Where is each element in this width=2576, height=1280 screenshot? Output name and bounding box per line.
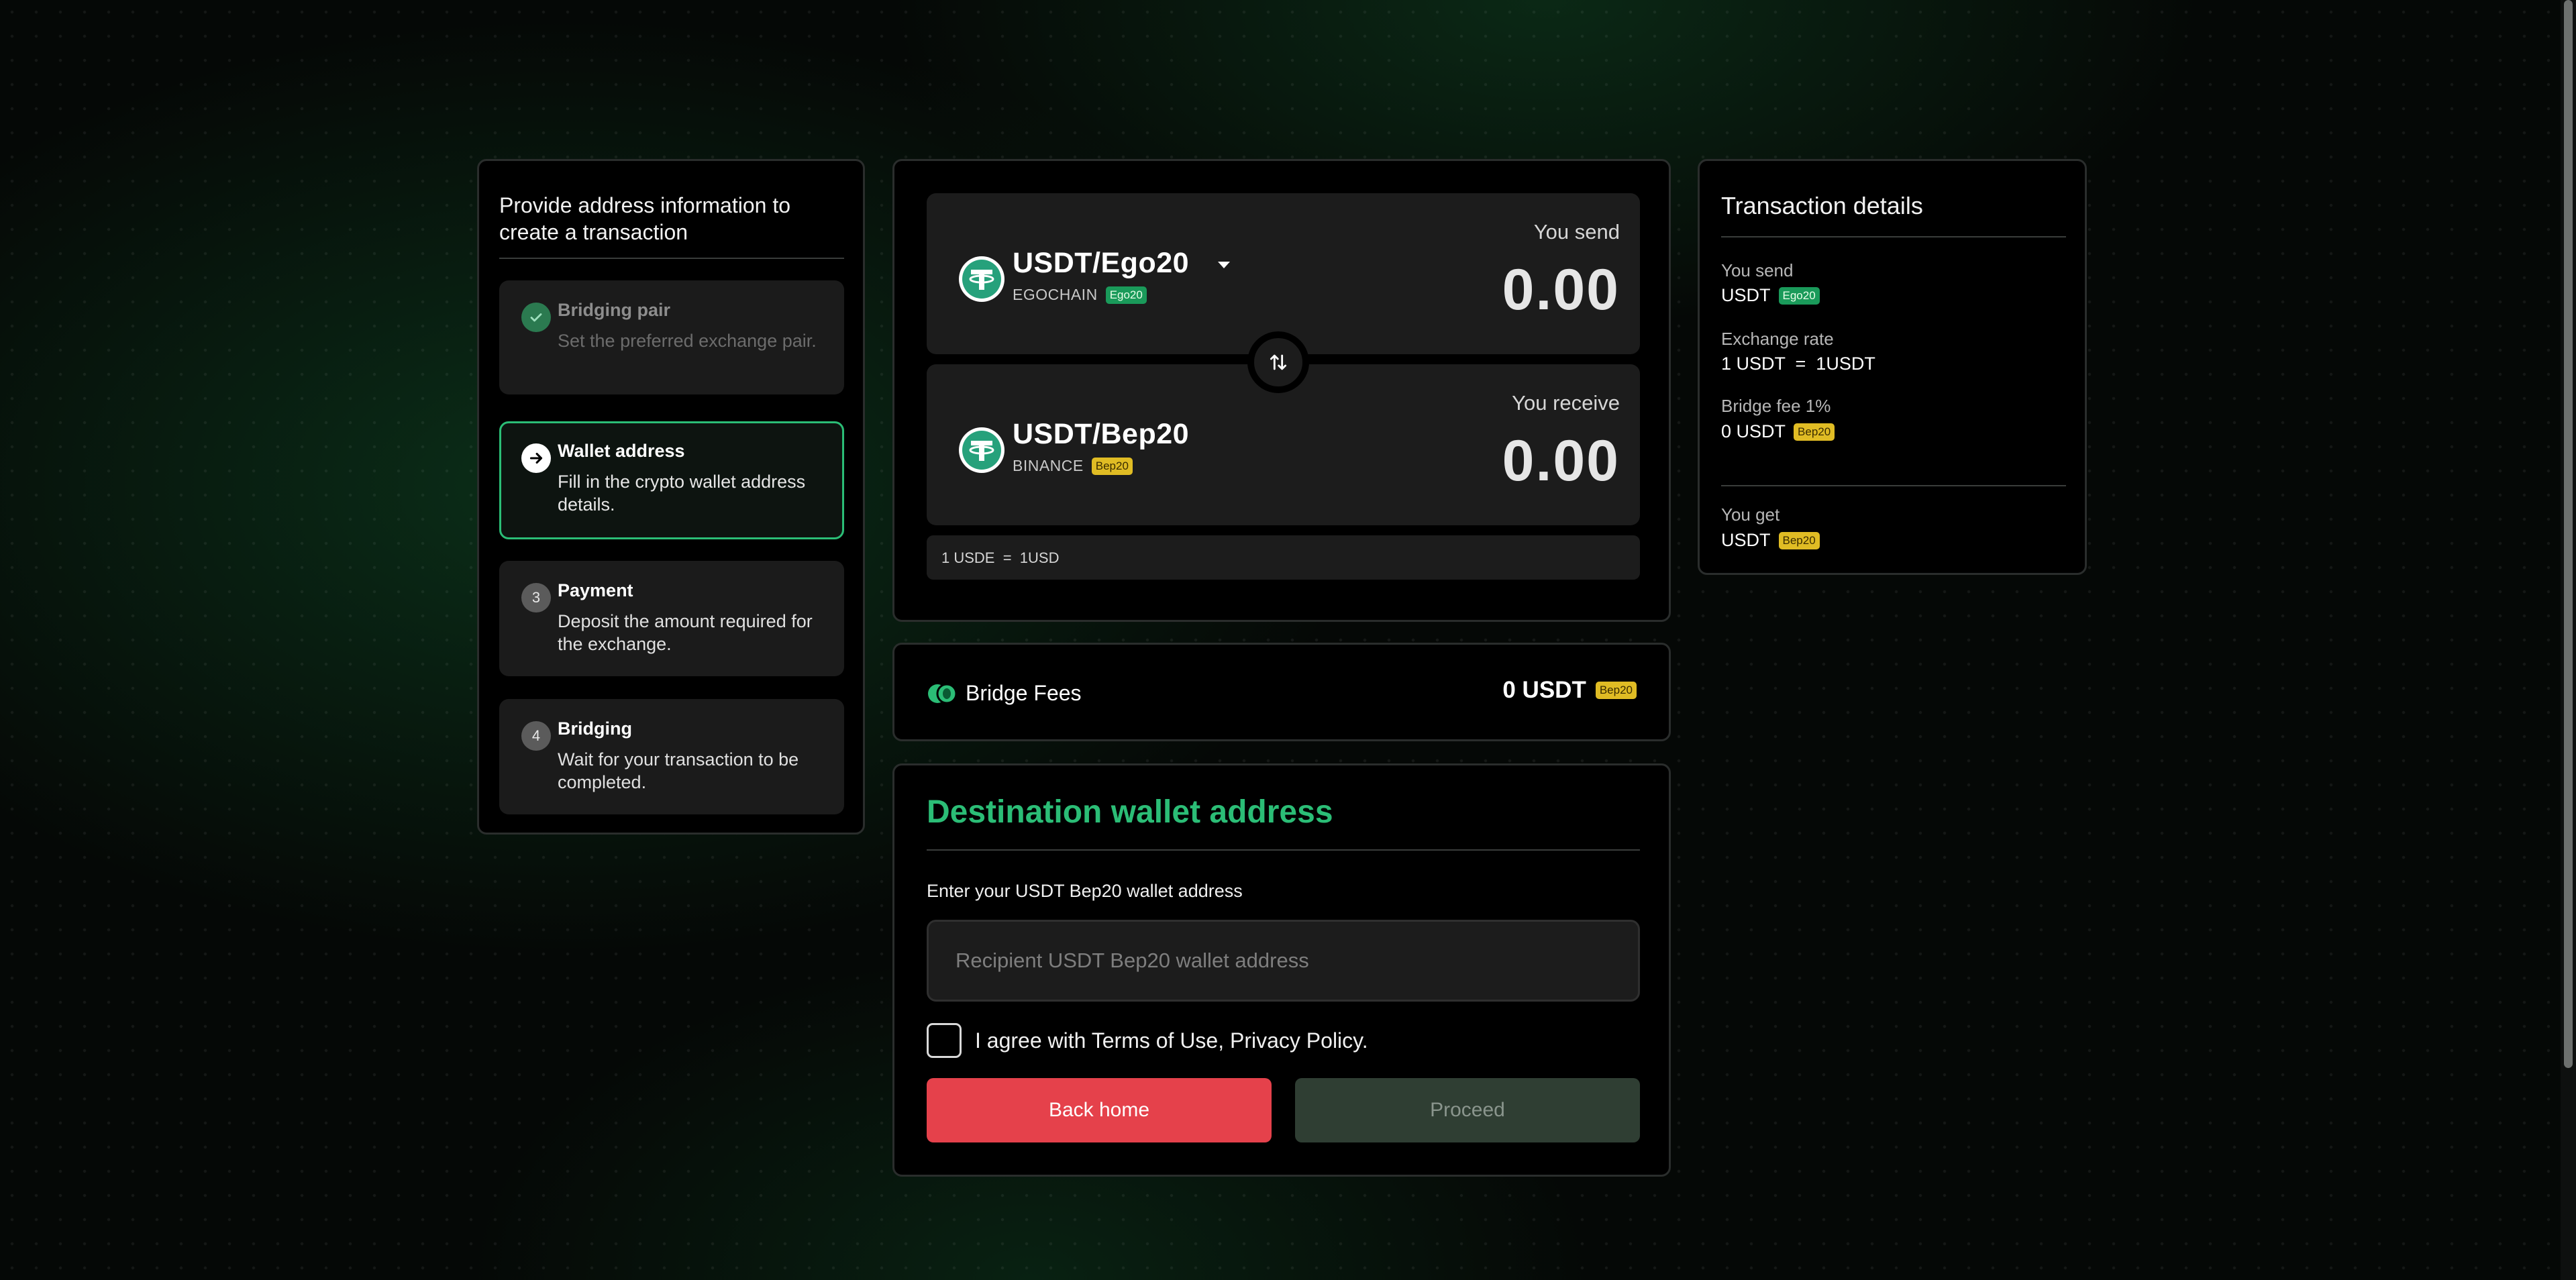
tether-icon (959, 427, 1004, 473)
detail-send-value: USDT (1721, 285, 1771, 305)
step-desc: Fill in the crypto wallet address detail… (558, 472, 806, 515)
step-bridging-pair[interactable]: Bridging pair Set the preferred exchange… (499, 280, 844, 394)
transaction-details-panel: Transaction details You send USDT Ego20 … (1698, 159, 2087, 575)
step-name: Wallet address (558, 441, 685, 461)
check-icon (521, 303, 551, 332)
details-divider (1721, 485, 2066, 486)
swap-icon (1270, 354, 1287, 370)
step-desc: Wait for your transaction to be complete… (558, 749, 799, 792)
back-home-button[interactable]: Back home (927, 1078, 1272, 1142)
step-desc: Deposit the amount required for the exch… (558, 611, 813, 654)
coins-icon (928, 683, 958, 704)
receive-chain-line: BINANCE Bep20 (1013, 457, 1133, 475)
detail-fee-label: Bridge fee 1% (1721, 396, 1831, 416)
steps-divider (499, 258, 844, 259)
receive-chain-tag: Bep20 (1091, 457, 1133, 475)
step-number-badge: 4 (521, 721, 551, 751)
detail-rate-label: Exchange rate (1721, 329, 1834, 349)
details-divider (1721, 236, 2066, 237)
fees-label: Bridge Fees (966, 681, 1082, 705)
steps-panel: Provide address information to create a … (477, 159, 865, 835)
receive-token-pair: USDT/Bep20 (1013, 418, 1190, 450)
detail-fee-tag: Bep20 (1794, 423, 1835, 441)
agree-text: I agree with Terms of Use, Privacy Polic… (975, 1028, 1368, 1053)
fees-tag: Bep20 (1595, 682, 1637, 699)
details-title: Transaction details (1721, 192, 1923, 219)
send-chain-line: EGOCHAIN Ego20 (1013, 286, 1147, 304)
detail-get-value-row: USDT Bep20 (1721, 530, 1820, 551)
receive-chain-name: BINANCE (1013, 457, 1084, 474)
destination-title: Destination wallet address (927, 794, 1333, 830)
wallet-address-input[interactable] (927, 920, 1640, 1002)
rate-bar: 1 USDE = 1USD (927, 535, 1640, 580)
wallet-address-label: Enter your USDT Bep20 wallet address (927, 881, 1243, 901)
caret-down-icon[interactable] (1217, 260, 1231, 270)
exchange-panel: USDT/Ego20 EGOCHAIN Ego20 You send 0.00 … (892, 159, 1671, 622)
step-desc: Set the preferred exchange pair. (558, 331, 817, 351)
step-number-badge: 3 (521, 583, 551, 612)
send-chain-name: EGOCHAIN (1013, 286, 1098, 303)
fees-panel: Bridge Fees 0 USDT Bep20 (892, 643, 1671, 741)
detail-get-label: You get (1721, 504, 1780, 525)
tether-icon (959, 256, 1004, 302)
send-label: You send (1533, 220, 1620, 244)
receive-label: You receive (1512, 391, 1620, 415)
fees-amount: 0 USDT Bep20 (1502, 677, 1637, 704)
step-wallet-address[interactable]: Wallet address Fill in the crypto wallet… (499, 421, 844, 539)
destination-divider (927, 849, 1640, 851)
send-chain-tag: Ego20 (1105, 286, 1147, 304)
destination-panel: Destination wallet address Enter your US… (892, 763, 1671, 1177)
rate-text: 1 USDE = 1USD (941, 549, 1060, 566)
step-name: Payment (558, 580, 633, 600)
send-box: USDT/Ego20 EGOCHAIN Ego20 You send 0.00 (927, 193, 1640, 354)
agree-checkbox[interactable] (927, 1023, 962, 1058)
detail-fee-value: 0 USDT (1721, 421, 1786, 441)
fees-value: 0 USDT (1502, 677, 1586, 703)
scrollbar-thumb[interactable] (2564, 0, 2573, 1068)
receive-amount: 0.00 (1502, 429, 1620, 493)
detail-send-tag: Ego20 (1778, 286, 1820, 305)
agree-row[interactable]: I agree with Terms of Use, Privacy Polic… (927, 1023, 1368, 1058)
detail-send-label: You send (1721, 260, 1794, 280)
detail-get-tag: Bep20 (1778, 531, 1820, 549)
send-token-pair[interactable]: USDT/Ego20 (1013, 247, 1189, 280)
step-payment[interactable]: 3 Payment Deposit the amount required fo… (499, 561, 844, 676)
send-amount[interactable]: 0.00 (1502, 257, 1620, 323)
swap-button[interactable] (1247, 331, 1309, 393)
steps-title: Provide address information to create a … (499, 193, 790, 244)
proceed-button[interactable]: Proceed (1295, 1078, 1640, 1142)
detail-rate-value: 1 USDT = 1USDT (1721, 354, 1875, 374)
step-name: Bridging pair (558, 300, 670, 320)
step-bridging[interactable]: 4 Bridging Wait for your transaction to … (499, 699, 844, 814)
detail-fee-value-row: 0 USDT Bep20 (1721, 421, 1835, 442)
step-name: Bridging (558, 718, 632, 739)
arrow-right-icon (521, 443, 551, 473)
detail-send-value-row: USDT Ego20 (1721, 285, 1820, 306)
detail-get-value: USDT (1721, 530, 1771, 550)
